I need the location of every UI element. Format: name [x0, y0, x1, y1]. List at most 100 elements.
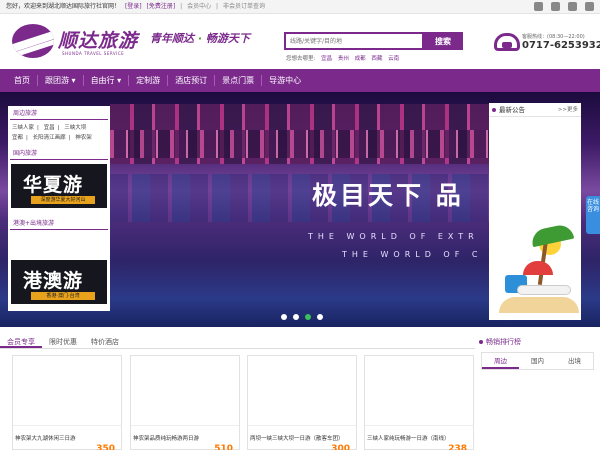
banner-dot[interactable] [305, 314, 311, 320]
separator: | [57, 125, 60, 131]
banner-lights [110, 130, 490, 158]
product-title[interactable]: 三峡人家纯玩畅游一日游（南线） [367, 434, 471, 442]
rank-tab-domestic[interactable]: 国内 [519, 353, 556, 369]
product-image[interactable] [131, 356, 239, 426]
hot-destination-link[interactable]: 成都 [355, 56, 366, 62]
mobile-icon[interactable] [551, 2, 560, 11]
product-cards: 神农架大九湖休闲三日游 350 神农架品质纯玩畅游两日游 510 两坝一峡三峡大… [0, 355, 475, 450]
rank-tab-outbound[interactable]: 出境 [556, 353, 593, 369]
tab-member-exclusive[interactable]: 会员专享 [0, 335, 42, 348]
banner-dot[interactable] [317, 314, 323, 320]
category-heading-domestic[interactable]: 国内旅游 [10, 146, 108, 160]
category-heading-outbound[interactable]: 港澳+出境旅游 [10, 216, 108, 230]
hot-destination-link[interactable]: 贵州 [338, 56, 349, 62]
announcements-more-link[interactable]: >>更多 [558, 103, 578, 117]
site-logo[interactable]: 顺达旅游 SHUNDA TRAVEL SERVICE [12, 24, 142, 62]
top-bar: 您好，欢迎来到湖北顺达国际旅行社官网！ [登录] [免费注册] | 会员中心 |… [0, 0, 600, 14]
nav-item-free-travel[interactable]: 自由行 ▾ [84, 75, 130, 86]
search-box: 搜索 [284, 32, 463, 50]
banner-pagination [281, 314, 323, 320]
login-link[interactable]: [登录] [125, 3, 142, 10]
hot-label: 您想去哪里: [286, 56, 316, 62]
nearby-link[interactable]: 宜都 [12, 135, 23, 141]
top-bar-left: 您好，欢迎来到湖北顺达国际旅行社官网！ [登录] [免费注册] | 会员中心 |… [6, 0, 268, 14]
nav-label: 自由行 [90, 76, 115, 85]
nearby-links: 三峡人家 | 宜昌 | 三峡大坝 宜都 | 长阳清江画廊 | 神农架 [8, 120, 110, 146]
product-card[interactable]: 两坝一峡三峡大坝一日游（散客车团） 300 [247, 355, 357, 450]
register-link[interactable]: [免费注册] [147, 3, 176, 10]
hot-destination-link[interactable]: 宜昌 [321, 56, 332, 62]
search-button[interactable]: 搜索 [423, 32, 463, 50]
separator: | [26, 135, 28, 141]
nearby-link[interactable]: 宜昌 [44, 125, 55, 131]
chevron-down-icon: ▾ [117, 76, 122, 85]
announcements-header: 最新公告 >>更多 [489, 103, 581, 117]
guest-order-query-link[interactable]: 非会员订单查询 [223, 3, 265, 10]
mail-icon[interactable] [585, 2, 594, 11]
chevron-down-icon: ▾ [71, 76, 76, 85]
product-price: 238 [448, 444, 467, 450]
promo-hk-macau-subtitle: 香港·澳门·台湾 [31, 292, 95, 300]
promo-domestic-subtitle: 深度游华夏大好河山 [31, 196, 95, 204]
online-consult-tab[interactable]: 在线咨询 [586, 196, 600, 234]
separator: | [68, 135, 71, 141]
product-price: 510 [214, 444, 233, 450]
nav-item-tickets[interactable]: 景点门票 [215, 75, 263, 86]
product-image[interactable] [365, 356, 473, 426]
hot-destination-link[interactable]: 云南 [388, 56, 399, 62]
nav-label: 跟团游 [45, 76, 69, 85]
separator: | [216, 3, 219, 10]
banner-english-line2: THE WORLD OF C [342, 250, 483, 259]
product-card[interactable]: 三峡人家纯玩畅游一日游（南线） 238 [364, 355, 474, 450]
product-card[interactable]: 神农架品质纯玩畅游两日游 510 [130, 355, 240, 450]
nearby-link[interactable]: 长阳清江画廊 [33, 135, 66, 141]
weibo-icon[interactable] [568, 2, 577, 11]
service-hotline: 客服热线：(08:30—22:00) 0717-6253932 [494, 32, 600, 62]
banner-dot[interactable] [281, 314, 287, 320]
slogan: 青年顺达 · 畅游天下 [150, 30, 250, 46]
search-input[interactable] [284, 32, 424, 50]
hot-destinations: 您想去哪里: 宜昌 贵州 成都 西藏 云南 [286, 54, 399, 62]
product-card[interactable]: 神农架大九湖休闲三日游 350 [12, 355, 122, 450]
product-image[interactable] [13, 356, 121, 426]
hot-destination-link[interactable]: 西藏 [371, 56, 382, 62]
separator: | [37, 125, 39, 131]
travel-illustration [495, 222, 579, 317]
product-title[interactable]: 两坝一峡三峡大坝一日游（散客车团） [250, 434, 354, 442]
banner-title: 极目天下 品 [312, 181, 464, 210]
nearby-link[interactable]: 三峡大坝 [64, 125, 86, 131]
promo-hk-macau[interactable]: 港澳游 香港·澳门·台湾 [11, 260, 107, 304]
nav-item-home[interactable]: 首页 [7, 75, 38, 86]
category-heading-nearby[interactable]: 周边旅游 [10, 106, 108, 120]
nav-item-hotel[interactable]: 酒店预订 [168, 75, 216, 86]
wechat-icon[interactable] [534, 2, 543, 11]
banner-english-line1: THE WORLD OF EXTR [308, 232, 479, 241]
top-bar-social [534, 2, 594, 11]
hotline-label: 客服热线：(08:30—22:00) [522, 34, 585, 40]
nav-item-group-tour[interactable]: 跟团游 ▾ [38, 75, 84, 86]
promo-domestic[interactable]: 华夏游 深度游华夏大好河山 [11, 164, 107, 208]
member-center-link[interactable]: 会员中心 [187, 3, 211, 10]
sand-shape [499, 297, 579, 313]
nearby-link[interactable]: 神农架 [75, 135, 92, 141]
tab-special-hotel[interactable]: 特价酒店 [84, 335, 126, 348]
promo-domestic-title: 华夏游 [23, 174, 84, 196]
product-image[interactable] [248, 356, 356, 426]
product-title[interactable]: 神农架品质纯玩畅游两日游 [133, 434, 237, 442]
slogan-part-a: 青年顺达 [150, 32, 194, 45]
product-title[interactable]: 神农架大九湖休闲三日游 [15, 434, 119, 442]
product-price: 350 [96, 444, 115, 450]
nav-item-custom-tour[interactable]: 定制游 [129, 75, 169, 86]
bestseller-title: 畅销排行榜 [478, 335, 594, 349]
promo-hk-macau-title: 港澳游 [23, 270, 84, 292]
nearby-link[interactable]: 三峡人家 [12, 125, 34, 131]
left-category-panel: 周边旅游 三峡人家 | 宜昌 | 三峡大坝 宜都 | 长阳清江画廊 | 神农架 国内旅游… [8, 106, 110, 311]
slogan-part-b: 畅游天下 [205, 32, 250, 45]
nav-item-guide-center[interactable]: 导游中心 [262, 75, 308, 86]
tab-limited-offer[interactable]: 限时优惠 [42, 335, 84, 348]
page: 您好，欢迎来到湖北顺达国际旅行社官网！ [登录] [免费注册] | 会员中心 |… [0, 0, 600, 450]
rank-tab-nearby[interactable]: 周边 [482, 353, 519, 369]
banner-dot[interactable] [293, 314, 299, 320]
phone-icon [494, 33, 520, 51]
separator: | [180, 3, 183, 10]
